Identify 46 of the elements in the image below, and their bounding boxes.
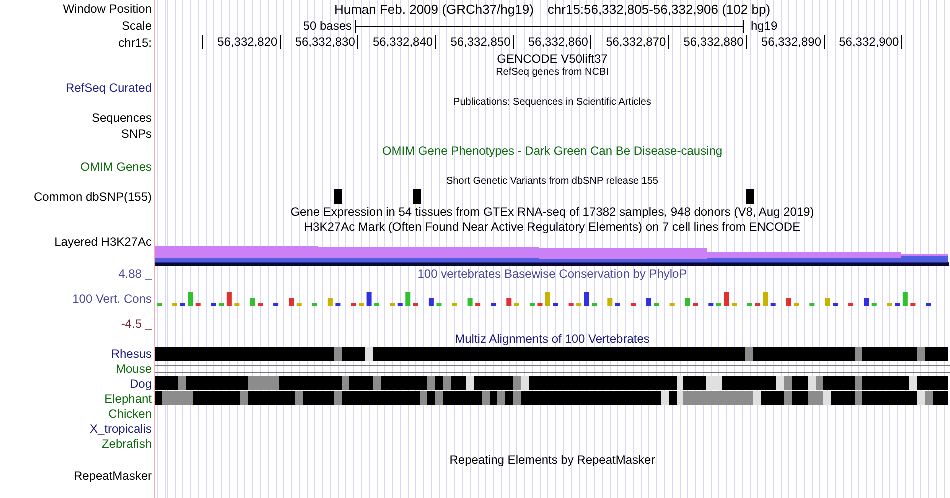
track-label[interactable]: OMIM Genes	[80, 160, 152, 174]
track-label[interactable]: SNPs	[121, 127, 152, 141]
track-title: OMIM Gene Phenotypes - Dark Green Can Be Disease-causing	[382, 144, 723, 158]
ruler-label: 56,332,870	[591, 35, 670, 49]
track-label[interactable]: Chicken	[108, 406, 152, 420]
track-title: Repeating Elements by RepeatMasker	[450, 453, 656, 467]
track-title: Gene Expression in 54 tissues from GTEx RNA-seq of 17382 samples, 948 donors (V8, Aug 2019)	[290, 205, 814, 219]
track-label: chr15:	[118, 36, 152, 50]
ruler-label: 56,332,830	[280, 35, 358, 49]
track-title: Short Genetic Variants from dbSNP release 155	[446, 176, 658, 188]
snp-marker[interactable]	[334, 189, 342, 204]
track-label[interactable]: Sequences	[92, 110, 152, 124]
track-label[interactable]: Elephant	[104, 392, 152, 406]
track-label: Scale	[122, 19, 152, 33]
snp-marker[interactable]	[746, 189, 754, 204]
track-label[interactable]: RefSeq Curated	[66, 80, 152, 94]
track-label[interactable]: Dog	[130, 376, 152, 390]
track-label[interactable]: Layered H3K27Ac	[54, 235, 152, 249]
ruler-label: 56,332,890	[746, 35, 824, 49]
ruler-label: 56,332,860	[514, 35, 592, 49]
track-title: Publications: Sequences in Scientific Articles	[454, 97, 652, 109]
track-label[interactable]: Common dbSNP(155)	[34, 190, 152, 204]
scale-label: 50 bases	[302, 19, 353, 33]
track-label[interactable]: Rhesus	[111, 347, 152, 361]
assembly-label: hg19	[750, 19, 778, 33]
track-title: RefSeq genes from NCBI	[496, 67, 609, 79]
assembly-title: Human Feb. 2009 (GRCh37/hg19)	[334, 2, 534, 16]
track-title: Multiz Alignments of 100 Vertebrates	[455, 332, 650, 346]
ruler-label: 56,332,900	[824, 35, 902, 49]
track-label[interactable]: 100 Vert. Cons	[72, 292, 152, 306]
track-title: GENCODE V50lift37	[497, 52, 608, 66]
track-label[interactable]: -4.5 _	[121, 317, 152, 331]
track-label: Window Position	[63, 2, 152, 16]
ruler-label: 56,332,880	[669, 35, 747, 49]
position-text: chr15:56,332,805-56,332,906 (102 bp)	[548, 2, 771, 16]
track-label[interactable]: Zebrafish	[102, 437, 152, 451]
track-title: 100 vertebrates Basewise Conservation by PhyloP	[418, 267, 688, 281]
track-label[interactable]: Mouse	[116, 362, 152, 376]
track-label[interactable]: RepeatMasker	[74, 468, 152, 482]
snp-marker[interactable]	[413, 189, 421, 204]
track-title: H3K27Ac Mark (Often Found Near Active Regulatory Elements) on 7 cell lines from ENCODE	[304, 220, 801, 234]
ruler-label: 56,332,840	[358, 35, 436, 49]
ruler-label: 56,332,850	[436, 35, 514, 49]
track-label[interactable]: X_tropicalis	[90, 422, 152, 436]
ruler-label: 56,332,820	[203, 35, 281, 49]
track-label[interactable]: 4.88 _	[118, 267, 152, 281]
